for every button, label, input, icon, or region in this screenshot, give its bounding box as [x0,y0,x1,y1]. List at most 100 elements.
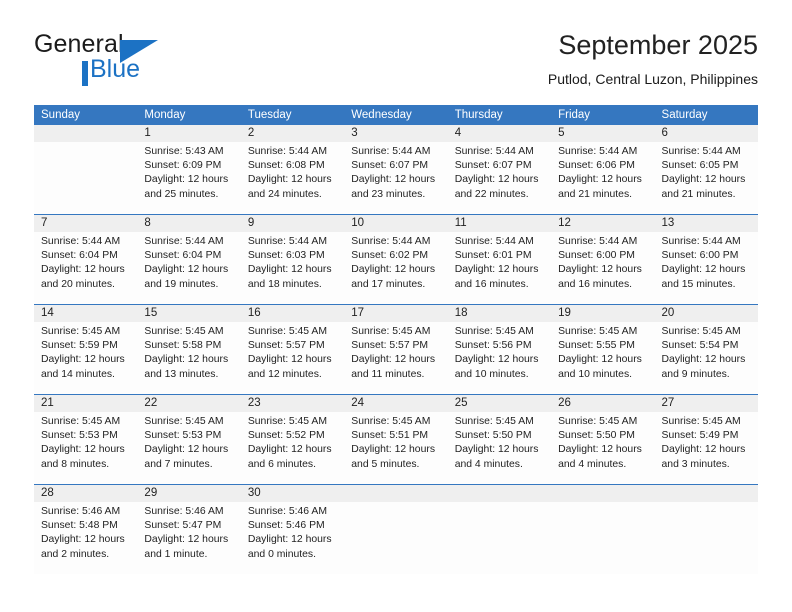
day-number[interactable]: 27 [655,395,758,412]
day-daylight-1-text: Daylight: 12 hours [41,354,125,366]
day-number[interactable]: 15 [137,305,240,322]
day-number[interactable]: 7 [34,215,137,232]
day-daylight-2-text: and 21 minutes. [661,188,736,200]
day-cell[interactable]: Sunrise: 5:44 AM Sunset: 6:08 PM Daylight:… [241,142,344,214]
brand-name-blue: Blue [90,55,141,83]
day-daylight-2-text: and 12 minutes. [247,368,322,380]
day-cell[interactable]: Sunrise: 5:46 AM Sunset: 5:46 PM Daylight:… [241,502,344,574]
day-daylight-2-text: and 0 minutes. [247,548,317,560]
day-sunrise-text: Sunrise: 5:45 AM [351,326,431,337]
day-sunrise-text: Sunrise: 5:45 AM [247,326,327,337]
day-number[interactable]: 28 [34,485,137,502]
day-cell[interactable]: Sunrise: 5:46 AM Sunset: 5:48 PM Daylight:… [34,502,137,574]
day-sunrise-text: Sunrise: 5:44 AM [351,236,431,247]
day-cell[interactable]: Sunrise: 5:45 AM Sunset: 5:55 PM Daylight:… [551,322,654,394]
day-number[interactable]: 24 [344,395,447,412]
day-number[interactable]: 13 [655,215,758,232]
day-cell[interactable]: Sunrise: 5:44 AM Sunset: 6:06 PM Daylight:… [551,142,654,214]
day-number[interactable]: 10 [344,215,447,232]
day-number[interactable]: 18 [448,305,551,322]
day-daylight-1-text: Daylight: 12 hours [247,444,332,456]
day-cell[interactable]: Sunrise: 5:45 AM Sunset: 5:57 PM Daylight:… [241,322,344,394]
day-number[interactable]: 1 [137,125,240,142]
day-number[interactable]: 29 [137,485,240,502]
day-daylight-2-text: and 14 minutes. [41,368,115,380]
day-cell[interactable]: Sunrise: 5:45 AM Sunset: 5:52 PM Daylight:… [241,412,344,484]
day-number[interactable]: 16 [241,305,344,322]
day-sunset-text: Sunset: 5:58 PM [144,340,222,352]
day-sunrise-text: Sunrise: 5:45 AM [454,416,534,427]
day-cell[interactable]: Sunrise: 5:44 AM Sunset: 6:03 PM Daylight:… [241,232,344,304]
day-number[interactable]: 22 [137,395,240,412]
day-number [34,125,137,142]
day-cell[interactable]: Sunrise: 5:44 AM Sunset: 6:07 PM Daylight:… [448,142,551,214]
day-cell[interactable]: Sunrise: 5:44 AM Sunset: 6:07 PM Daylight:… [344,142,447,214]
day-number[interactable]: 30 [241,485,344,502]
day-daylight-2-text: and 16 minutes. [454,278,529,290]
day-number[interactable]: 20 [655,305,758,322]
day-sunset-text: Sunset: 6:04 PM [144,250,222,262]
day-cell[interactable]: Sunrise: 5:45 AM Sunset: 5:59 PM Daylight:… [34,322,137,394]
day-number[interactable]: 9 [241,215,344,232]
day-daylight-1-text: Daylight: 12 hours [144,354,229,366]
day-cell[interactable]: Sunrise: 5:45 AM Sunset: 5:51 PM Daylight:… [344,412,447,484]
day-cell[interactable]: Sunrise: 5:45 AM Sunset: 5:50 PM Daylight:… [551,412,654,484]
day-sunrise-text: Sunrise: 5:45 AM [558,416,638,427]
day-daylight-1-text: Daylight: 12 hours [144,174,229,186]
day-number[interactable]: 25 [448,395,551,412]
day-daylight-2-text: and 4 minutes. [558,458,627,470]
day-sunset-text: Sunset: 5:49 PM [661,430,739,442]
day-cell[interactable]: Sunrise: 5:45 AM Sunset: 5:53 PM Daylight:… [34,412,137,484]
day-number[interactable]: 19 [551,305,654,322]
day-number[interactable]: 4 [448,125,551,142]
calendar-grid: Sunday Monday Tuesday Wednesday Thursday… [34,105,758,574]
day-sunrise-text: Sunrise: 5:44 AM [144,236,224,247]
day-sunset-text: Sunset: 5:48 PM [41,520,118,532]
day-cell[interactable]: Sunrise: 5:45 AM Sunset: 5:54 PM Daylight:… [655,322,758,394]
day-sunrise-text: Sunrise: 5:44 AM [661,146,741,157]
day-number[interactable]: 6 [655,125,758,142]
day-number[interactable]: 14 [34,305,137,322]
day-cell[interactable]: Sunrise: 5:44 AM Sunset: 6:05 PM Daylight:… [655,142,758,214]
day-sunset-text: Sunset: 5:56 PM [454,340,532,352]
day-number[interactable]: 21 [34,395,137,412]
week-daynumber-band: 123456 [34,125,758,142]
day-sunset-text: Sunset: 5:54 PM [661,340,739,352]
calendar-page: General Blue September 2025 Putlod, Cent… [0,0,792,612]
day-cell[interactable]: Sunrise: 5:45 AM Sunset: 5:58 PM Daylight:… [137,322,240,394]
day-number[interactable]: 5 [551,125,654,142]
weekday-header-friday: Friday [558,109,591,121]
day-number[interactable]: 8 [137,215,240,232]
day-sunset-text: Sunset: 6:02 PM [351,250,429,262]
day-number[interactable]: 11 [448,215,551,232]
day-cell[interactable]: Sunrise: 5:45 AM Sunset: 5:50 PM Daylight:… [448,412,551,484]
day-daylight-1-text: Daylight: 12 hours [661,354,746,366]
day-sunset-text: Sunset: 6:04 PM [41,250,118,262]
day-cell[interactable]: Sunrise: 5:44 AM Sunset: 6:01 PM Daylight:… [448,232,551,304]
brand-logo[interactable]: General Blue [34,28,254,90]
day-cell[interactable]: Sunrise: 5:44 AM Sunset: 6:02 PM Daylight:… [344,232,447,304]
day-cell[interactable]: Sunrise: 5:45 AM Sunset: 5:49 PM Daylight:… [655,412,758,484]
day-cell[interactable]: Sunrise: 5:45 AM Sunset: 5:57 PM Daylight:… [344,322,447,394]
calendar-week-row: 1 2 3 4 5 6 Sunrise: 5:43 AM Sunset: 6:09 PM Day… [34,125,758,214]
day-sunrise-text: Sunrise: 5:45 AM [41,326,121,337]
day-daylight-2-text: and 25 minutes. [144,188,219,200]
day-number[interactable]: 2 [241,125,344,142]
day-cell[interactable]: Sunrise: 5:44 AM Sunset: 6:00 PM Daylight:… [655,232,758,304]
day-number[interactable]: 23 [241,395,344,412]
day-cell[interactable]: Sunrise: 5:44 AM Sunset: 6:04 PM Daylight:… [34,232,137,304]
day-cell[interactable]: Sunrise: 5:44 AM Sunset: 6:04 PM Daylight:… [137,232,240,304]
day-daylight-1-text: Daylight: 12 hours [351,174,436,186]
day-number[interactable]: 3 [344,125,447,142]
day-number [448,485,551,502]
day-cell[interactable]: Sunrise: 5:43 AM Sunset: 6:09 PM Daylight:… [137,142,240,214]
day-daylight-1-text: Daylight: 12 hours [144,444,229,456]
logo-bar-icon [82,61,88,86]
day-number[interactable]: 26 [551,395,654,412]
day-cell[interactable]: Sunrise: 5:46 AM Sunset: 5:47 PM Daylight:… [137,502,240,574]
day-cell[interactable]: Sunrise: 5:44 AM Sunset: 6:00 PM Daylight:… [551,232,654,304]
day-cell[interactable]: Sunrise: 5:45 AM Sunset: 5:56 PM Daylight:… [448,322,551,394]
day-cell[interactable]: Sunrise: 5:45 AM Sunset: 5:53 PM Daylight:… [137,412,240,484]
day-number[interactable]: 17 [344,305,447,322]
day-number[interactable]: 12 [551,215,654,232]
